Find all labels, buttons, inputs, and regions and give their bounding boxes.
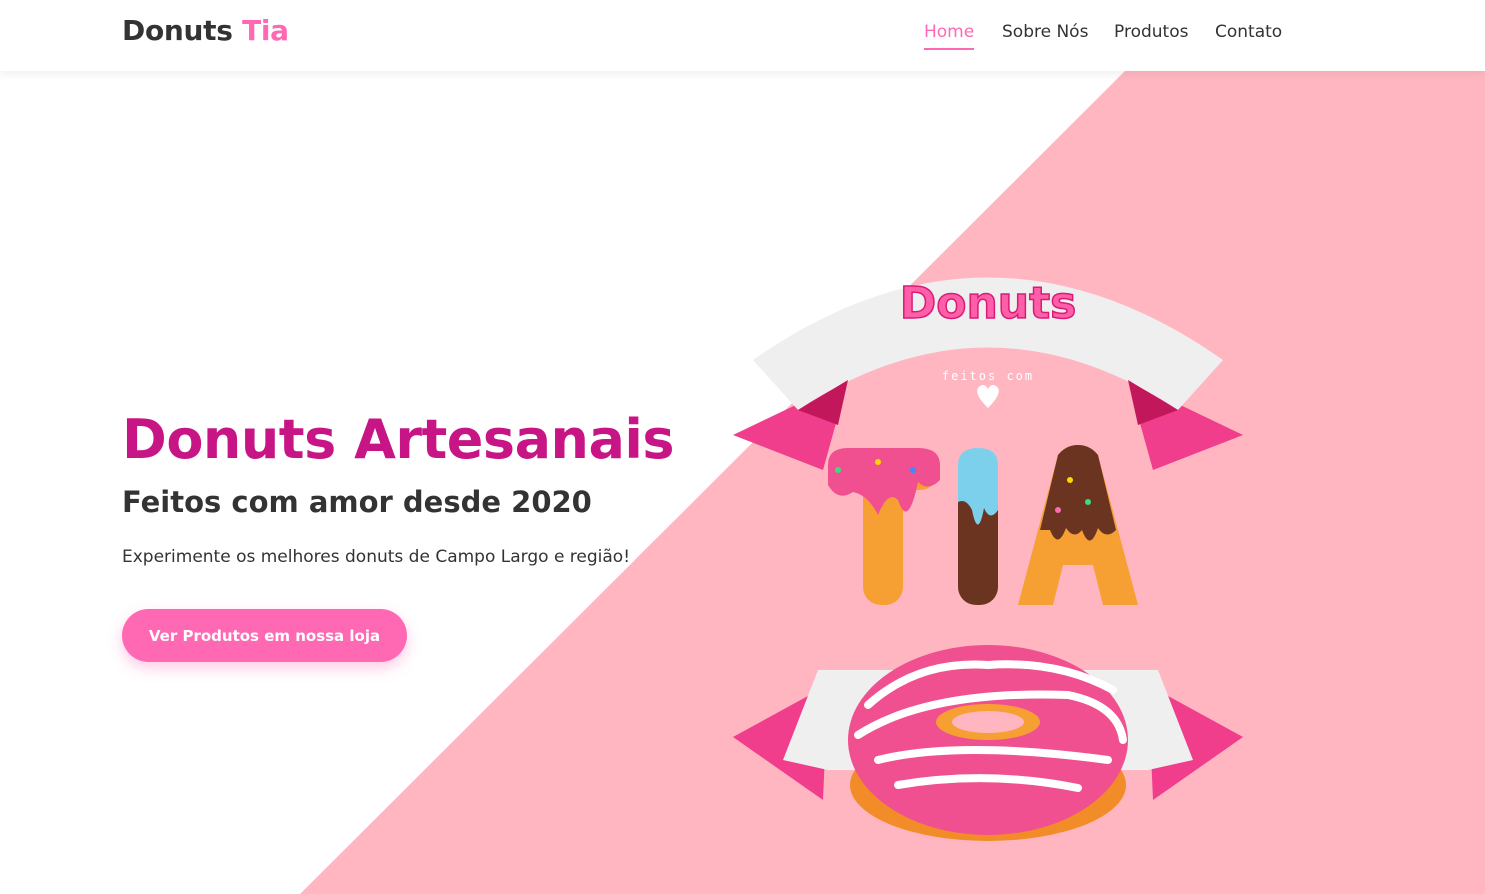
hero-text: Donuts Artesanais Feitos com amor desde … (122, 405, 675, 567)
main-nav: Home Sobre Nós Produtos Contato (0, 22, 1485, 52)
tia-letters (828, 445, 1138, 605)
nav-contact[interactable]: Contato (1215, 22, 1282, 48)
nav-products[interactable]: Produtos (1114, 22, 1188, 48)
site-header: Donuts Tia Home Sobre Nós Produtos Conta… (0, 0, 1485, 71)
hero-subtitle: Feitos com amor desde 2020 (122, 485, 592, 519)
view-products-button[interactable]: Ver Produtos em nossa loja (122, 609, 407, 662)
hero-title: Donuts Artesanais (122, 408, 675, 471)
badge-top-word: Donuts (900, 278, 1077, 329)
nav-about[interactable]: Sobre Nós (1002, 22, 1088, 48)
badge-tagline: feitos com (942, 369, 1034, 383)
hero-description: Experimente os melhores donuts de Campo … (122, 547, 631, 567)
nav-home[interactable]: Home (924, 22, 975, 50)
donut-illustration (848, 645, 1128, 841)
donuts-tia-logo-image: Donuts feitos com (733, 277, 1243, 841)
heart-icon (977, 384, 999, 408)
